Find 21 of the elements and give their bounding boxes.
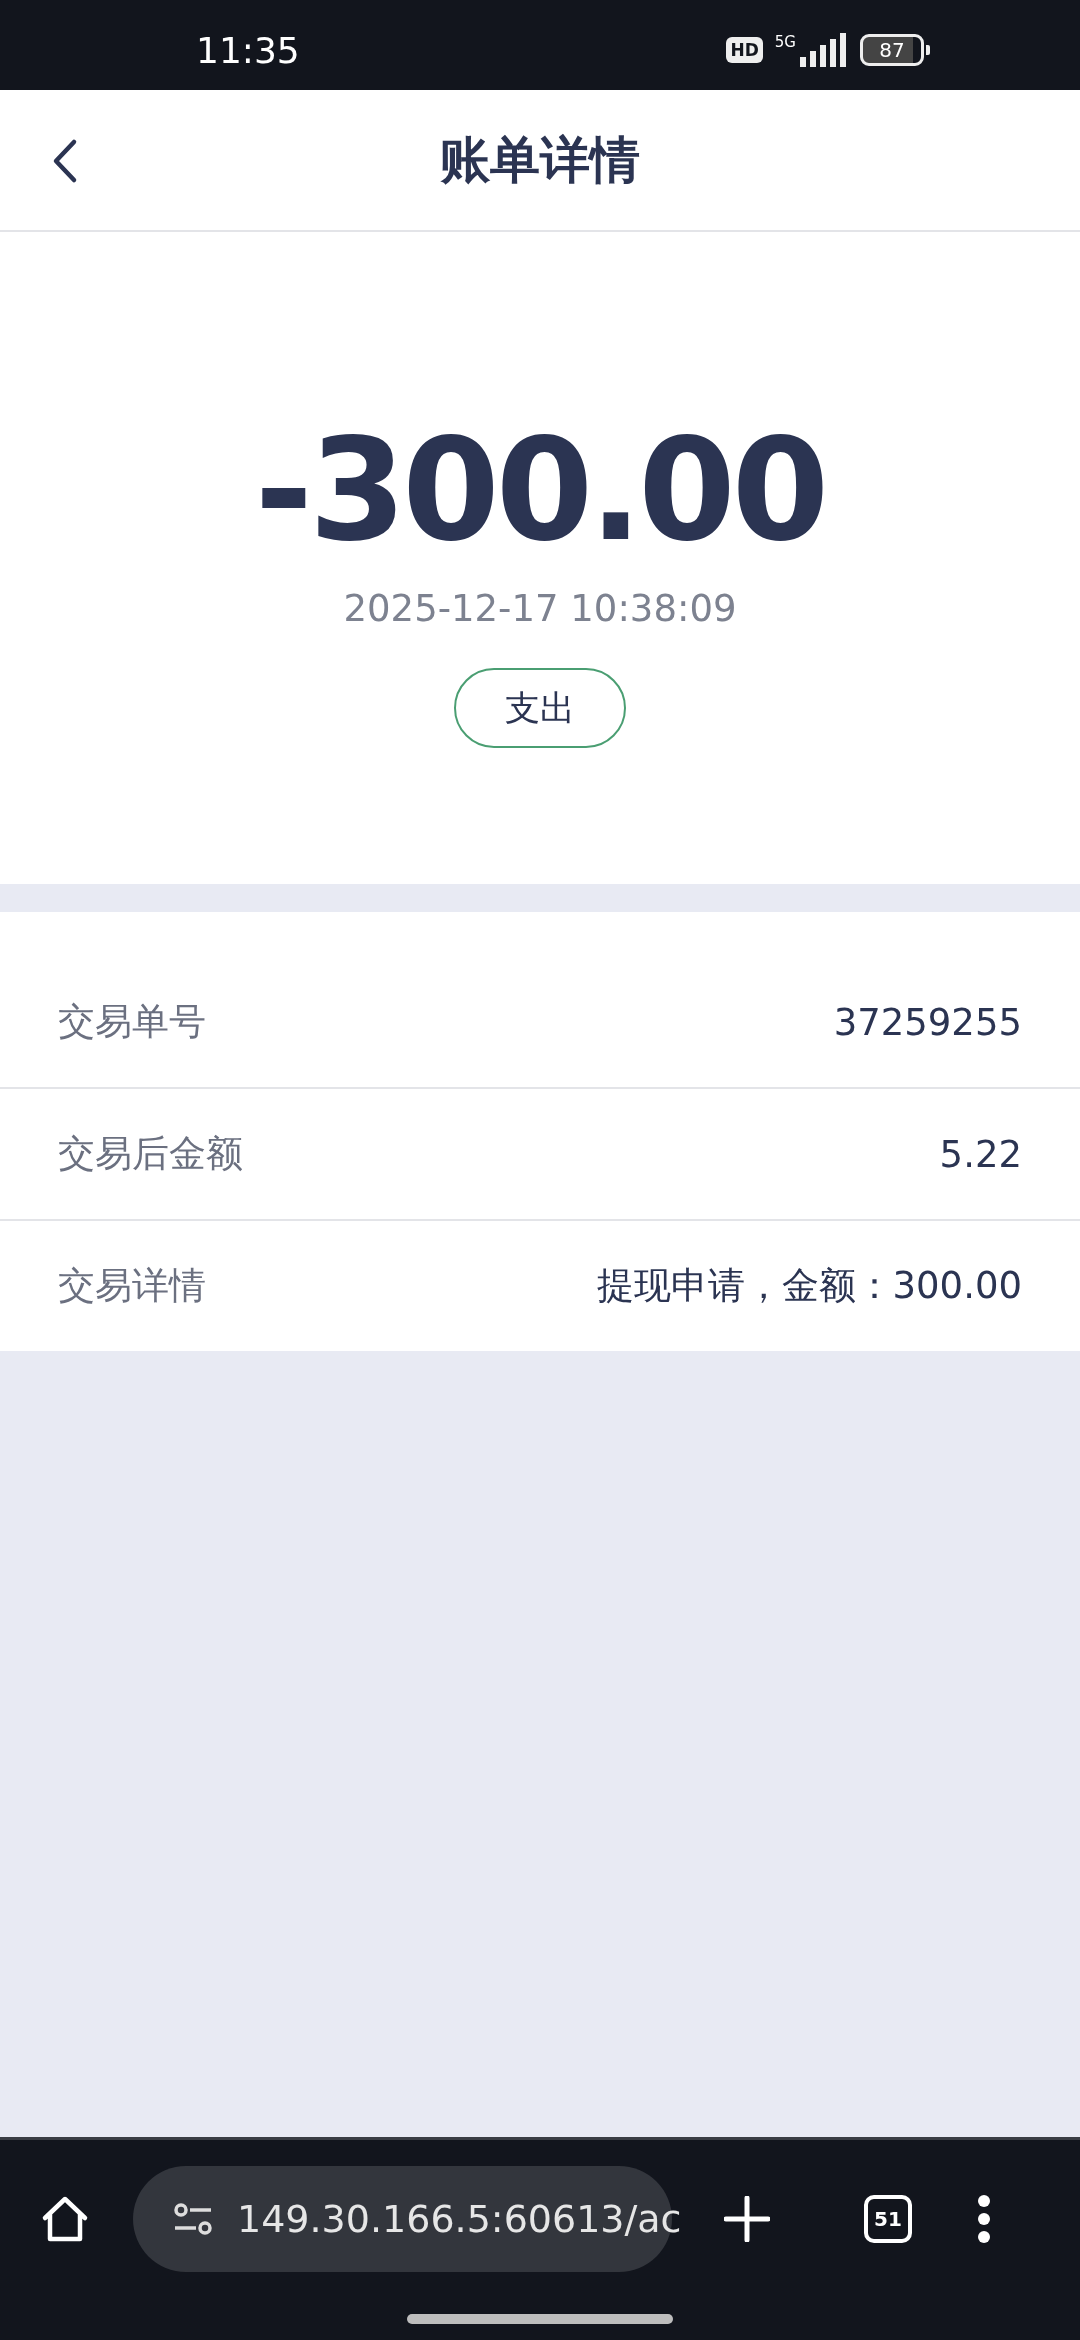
url-text: 149.30.166.5:60613/ac [237,2197,682,2241]
hd-badge: HD [726,37,763,63]
page-title: 账单详情 [440,129,640,191]
status-time: 11:35 [196,29,300,71]
more-menu-icon[interactable] [977,2194,991,2244]
type-tag: 支出 [454,668,626,748]
detail-label: 交易后金额 [58,1131,243,1177]
detail-value: 5.22 [939,1132,1022,1176]
detail-value: 提现申请，金额：300.00 [596,1263,1022,1309]
new-tab-icon[interactable] [724,2196,770,2242]
home-icon[interactable] [40,2194,90,2244]
site-settings-icon[interactable] [173,2202,213,2236]
signal-icon [798,33,848,67]
transaction-time: 2025-12-17 10:38:09 [343,587,737,630]
detail-label: 交易详情 [58,1263,206,1309]
detail-value: 37259255 [833,1000,1022,1044]
amount: -300.00 [254,408,826,574]
network-label: 5G [774,33,796,51]
detail-label: 交易单号 [58,999,206,1045]
battery-level: 87 [860,34,924,66]
tab-count-button[interactable]: 51 [864,2195,912,2243]
